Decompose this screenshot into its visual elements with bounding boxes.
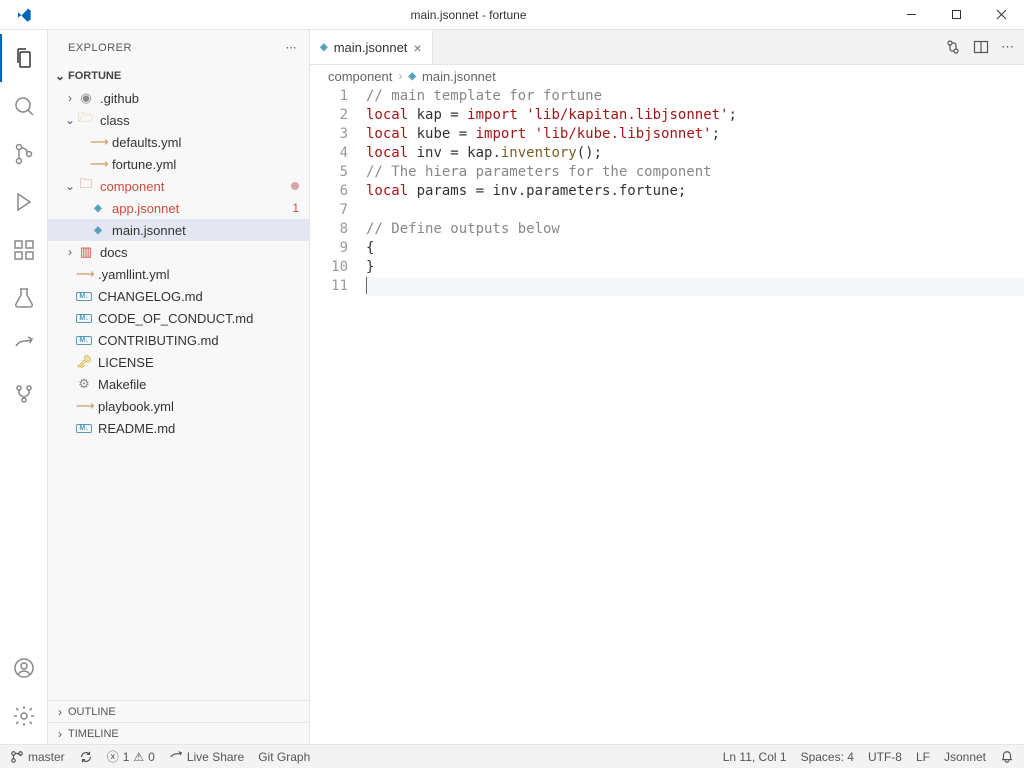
markdown-file-icon: M↓ — [76, 292, 92, 301]
extensions-activity-icon[interactable] — [0, 226, 48, 274]
split-editor-icon[interactable] — [973, 39, 989, 55]
tree-folder-docs[interactable]: ›▥docs — [48, 241, 309, 263]
status-lang[interactable]: Jsonnet — [944, 750, 986, 764]
status-branch[interactable]: master — [10, 750, 65, 764]
explorer-activity-icon[interactable] — [0, 34, 48, 82]
status-spaces[interactable]: Spaces: 4 — [801, 750, 854, 764]
status-notifications-icon[interactable] — [1000, 750, 1014, 764]
debug-activity-icon[interactable] — [0, 178, 48, 226]
share-activity-icon[interactable] — [0, 322, 48, 370]
app-menu-icon[interactable] — [0, 7, 48, 23]
tree-file-coc[interactable]: M↓CODE_OF_CONDUCT.md — [48, 307, 309, 329]
tree-folder-component[interactable]: ⌄🗀component — [48, 175, 309, 197]
maximize-button[interactable] — [934, 0, 979, 30]
jsonnet-file-icon: ◈ — [320, 42, 328, 53]
minimize-button[interactable] — [889, 0, 934, 30]
tab-more-icon[interactable]: ⋯ — [1001, 39, 1014, 55]
project-root[interactable]: ⌄FORTUNE — [48, 65, 309, 87]
tree-file-contributing[interactable]: M↓CONTRIBUTING.md — [48, 329, 309, 351]
status-encoding[interactable]: UTF-8 — [868, 750, 902, 764]
tab-main-jsonnet[interactable]: ◈ main.jsonnet × — [310, 30, 433, 64]
breadcrumb-seg[interactable]: component — [328, 69, 392, 84]
markdown-file-icon: M↓ — [76, 314, 92, 323]
settings-activity-icon[interactable] — [0, 692, 48, 740]
problem-count-badge: 1 — [292, 201, 299, 215]
close-button[interactable] — [979, 0, 1024, 30]
status-problems[interactable]: ⓧ1⚠0 — [107, 748, 155, 765]
activity-bar — [0, 30, 48, 744]
account-activity-icon[interactable] — [0, 644, 48, 692]
titlebar: main.jsonnet - fortune — [0, 0, 1024, 30]
modified-dot-icon — [291, 182, 299, 190]
editor-tabs: ◈ main.jsonnet × ⋯ — [310, 30, 1024, 65]
status-eol[interactable]: LF — [916, 750, 930, 764]
search-activity-icon[interactable] — [0, 82, 48, 130]
status-liveshare[interactable]: Live Share — [169, 750, 244, 764]
jsonnet-file-icon: ◈ — [90, 225, 106, 236]
tab-label: main.jsonnet — [334, 40, 408, 55]
tree-file-readme[interactable]: M↓README.md — [48, 417, 309, 439]
breadcrumb-seg[interactable]: main.jsonnet — [422, 69, 496, 84]
scm-activity-icon[interactable] — [0, 130, 48, 178]
explorer-title: EXPLORER — [68, 42, 132, 54]
folder-open-icon: 🗁 — [78, 109, 94, 131]
license-file-icon: 🗝 — [76, 354, 92, 370]
outline-panel[interactable]: ›OUTLINE — [48, 700, 309, 722]
yaml-file-icon: ⟿ — [76, 266, 92, 282]
tree-file-yamllint[interactable]: ⟿.yamllint.yml — [48, 263, 309, 285]
compare-changes-icon[interactable] — [945, 39, 961, 55]
test-activity-icon[interactable] — [0, 274, 48, 322]
yaml-file-icon: ⟿ — [90, 156, 106, 172]
tree-file-changelog[interactable]: M↓CHANGELOG.md — [48, 285, 309, 307]
yaml-file-icon: ⟿ — [90, 134, 106, 150]
chevron-right-icon: › — [398, 69, 402, 83]
github-folder-icon: ◉ — [78, 90, 94, 106]
tree-file-app-jsonnet[interactable]: ◈app.jsonnet1 — [48, 197, 309, 219]
tree-file-defaults[interactable]: ⟿defaults.yml — [48, 131, 309, 153]
tree-folder-github[interactable]: ›◉.github — [48, 87, 309, 109]
markdown-file-icon: M↓ — [76, 336, 92, 345]
code-editor[interactable]: 1234567891011 // main template for fortu… — [310, 87, 1024, 744]
tree-file-playbook[interactable]: ⟿playbook.yml — [48, 395, 309, 417]
explorer-sidebar: EXPLORER ⋯ ⌄FORTUNE ›◉.github ⌄🗁class ⟿d… — [48, 30, 310, 744]
makefile-icon: ⚙ — [76, 376, 92, 392]
status-gitgraph[interactable]: Git Graph — [258, 750, 310, 764]
status-position[interactable]: Ln 11, Col 1 — [723, 750, 787, 764]
timeline-panel[interactable]: ›TIMELINE — [48, 722, 309, 744]
docs-folder-icon: ▥ — [78, 244, 94, 260]
tree-file-license[interactable]: 🗝LICENSE — [48, 351, 309, 373]
tab-close-icon[interactable]: × — [413, 40, 421, 56]
window-title: main.jsonnet - fortune — [48, 8, 889, 22]
jsonnet-file-icon: ◈ — [408, 71, 416, 82]
breadcrumb[interactable]: component › ◈ main.jsonnet — [310, 65, 1024, 87]
explorer-more-icon[interactable]: ⋯ — [286, 41, 298, 54]
jsonnet-file-icon: ◈ — [90, 203, 106, 214]
status-bar: master ⓧ1⚠0 Live Share Git Graph Ln 11, … — [0, 744, 1024, 768]
line-gutter: 1234567891011 — [310, 87, 366, 744]
tree-file-fortune-yml[interactable]: ⟿fortune.yml — [48, 153, 309, 175]
tree-file-main-jsonnet[interactable]: ◈main.jsonnet — [48, 219, 309, 241]
markdown-file-icon: M↓ — [76, 424, 92, 433]
component-folder-icon: 🗀 — [78, 175, 94, 197]
gitgraph-activity-icon[interactable] — [0, 370, 48, 418]
yaml-file-icon: ⟿ — [76, 398, 92, 414]
status-sync[interactable] — [79, 750, 93, 764]
editor-area: ◈ main.jsonnet × ⋯ component › ◈ main.js… — [310, 30, 1024, 744]
tree-file-makefile[interactable]: ⚙Makefile — [48, 373, 309, 395]
tree-folder-class[interactable]: ⌄🗁class — [48, 109, 309, 131]
